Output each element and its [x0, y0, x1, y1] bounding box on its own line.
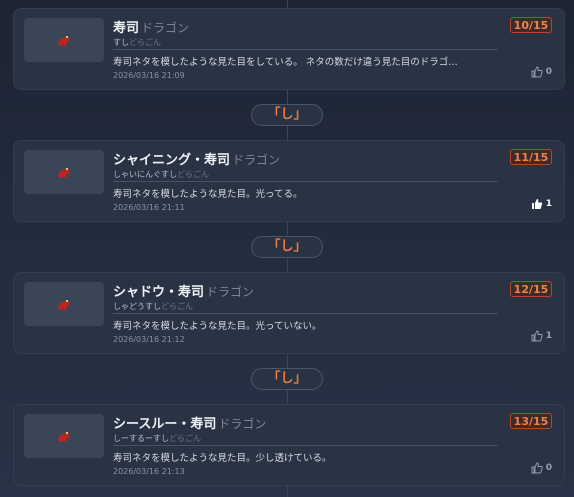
- entry-description: 寿司ネタを模したような見た目。光っていない。: [113, 321, 322, 332]
- entry-number-badge: 10/15: [510, 17, 552, 33]
- entry-type: ドラゴン: [206, 285, 255, 299]
- entry-separator: [113, 445, 498, 446]
- thumbs-up-icon: [531, 66, 543, 78]
- entry-number-badge: 11/15: [510, 149, 552, 165]
- thumbs-up-icon: [531, 462, 543, 474]
- entry-thumbnail[interactable]: [24, 18, 104, 62]
- entry-number-badge: 12/15: [510, 281, 552, 297]
- like-button[interactable]: 0: [531, 462, 552, 474]
- entry-date: 2026/03/16 21:11: [113, 203, 185, 212]
- entry-name: シャイニング・寿司: [113, 153, 231, 168]
- entry-reading: しゃどうすし: [113, 302, 161, 311]
- red-dragon-icon: [58, 431, 70, 442]
- like-button[interactable]: 1: [531, 198, 552, 210]
- red-dragon-icon: [58, 35, 70, 46]
- entry-separator: [113, 49, 498, 50]
- entry-type: ドラゴン: [232, 153, 281, 167]
- like-count: 0: [545, 67, 552, 77]
- entry-description: 寿司ネタを模したような見た目をしている。 ネタの数だけ違う見た目のドラゴ…: [113, 57, 458, 68]
- entry-name: シャドウ・寿司: [113, 285, 205, 300]
- like-count: 1: [545, 331, 552, 341]
- like-count: 0: [545, 463, 552, 473]
- dex-entry-card[interactable]: 寿司 ドラゴン すしどらごん 寿司ネタを模したような見た目をしている。 ネタの数だ…: [13, 8, 565, 90]
- like-button[interactable]: 0: [531, 66, 552, 78]
- entry-name: 寿司: [113, 21, 140, 36]
- entry-reading: しーするーすし: [113, 434, 169, 443]
- red-dragon-icon: [58, 167, 70, 178]
- section-divider: 「し」: [251, 236, 323, 258]
- thumbs-up-icon: [531, 330, 543, 342]
- entry-date: 2026/03/16 21:12: [113, 335, 185, 344]
- entry-date: 2026/03/16 21:13: [113, 467, 185, 476]
- entry-name: シースルー・寿司: [113, 417, 217, 432]
- entry-type-reading: どらごん: [161, 302, 193, 311]
- section-divider: 「し」: [251, 104, 323, 126]
- thumbs-up-icon: [531, 199, 542, 209]
- red-dragon-icon: [58, 299, 70, 310]
- entry-type: ドラゴン: [218, 417, 267, 431]
- entry-thumbnail[interactable]: [24, 414, 104, 458]
- entry-type: ドラゴン: [141, 21, 190, 35]
- dex-entry-card[interactable]: シャイニング・寿司 ドラゴン しゃいにんぐすしどらごん 寿司ネタを模したような見た…: [13, 140, 565, 222]
- entry-separator: [113, 181, 498, 182]
- entry-thumbnail[interactable]: [24, 150, 104, 194]
- entry-reading: しゃいにんぐすし: [113, 170, 177, 179]
- entry-number-badge: 13/15: [510, 413, 552, 429]
- entry-separator: [113, 313, 498, 314]
- entry-description: 寿司ネタを模したような見た目。少し透けている。: [113, 453, 332, 464]
- dex-entry-card[interactable]: シャドウ・寿司 ドラゴン しゃどうすしどらごん 寿司ネタを模したような見た目。光っ…: [13, 272, 565, 354]
- entry-type-reading: どらごん: [177, 170, 209, 179]
- entry-description: 寿司ネタを模したような見た目。光ってる。: [113, 189, 303, 200]
- like-button[interactable]: 1: [531, 330, 552, 342]
- section-divider: 「し」: [251, 368, 323, 390]
- entry-type-reading: どらごん: [129, 38, 161, 47]
- entry-reading: すし: [113, 38, 129, 47]
- entry-date: 2026/03/16 21:09: [113, 71, 185, 80]
- entry-type-reading: どらごん: [169, 434, 201, 443]
- like-count: 1: [545, 199, 552, 209]
- dex-entry-card[interactable]: シースルー・寿司 ドラゴン しーするーすしどらごん 寿司ネタを模したような見た目。…: [13, 404, 565, 486]
- entry-thumbnail[interactable]: [24, 282, 104, 326]
